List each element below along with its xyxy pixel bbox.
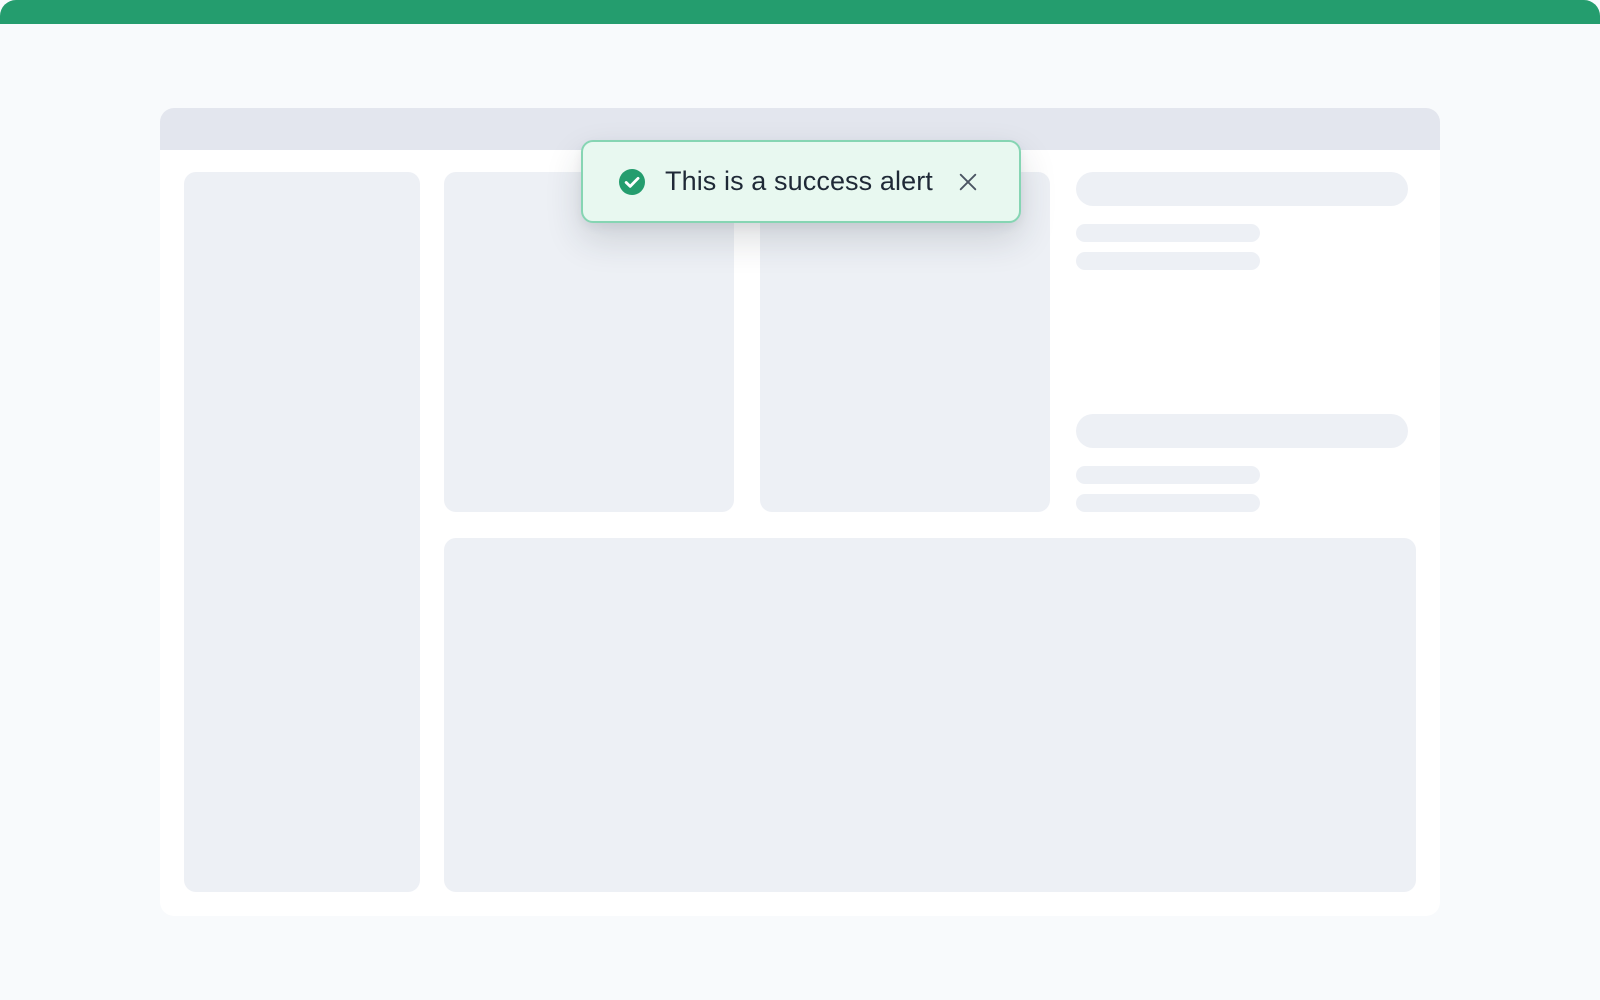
close-alert-button[interactable]: [955, 169, 981, 195]
text-skeleton-heading-2: [1076, 414, 1408, 448]
check-circle-icon: [619, 168, 645, 195]
alert-message: This is a success alert: [665, 166, 933, 196]
close-icon: [957, 171, 979, 193]
text-skeleton-line-2: [1076, 252, 1260, 270]
text-skeleton-heading-1: [1076, 172, 1408, 206]
success-alert: This is a success alert: [581, 140, 1021, 223]
text-skeleton-line-1: [1076, 224, 1260, 242]
card-skeleton-2: [760, 172, 1050, 512]
text-skeleton-line-4: [1076, 494, 1260, 512]
card-skeleton-1: [444, 172, 734, 512]
top-accent-bar: [0, 0, 1600, 24]
text-skeleton-line-3: [1076, 466, 1260, 484]
app-window-skeleton: [160, 108, 1440, 916]
sidebar-skeleton: [184, 172, 420, 892]
content-panel-skeleton: [444, 538, 1416, 892]
page-frame: This is a success alert: [0, 0, 1600, 1000]
